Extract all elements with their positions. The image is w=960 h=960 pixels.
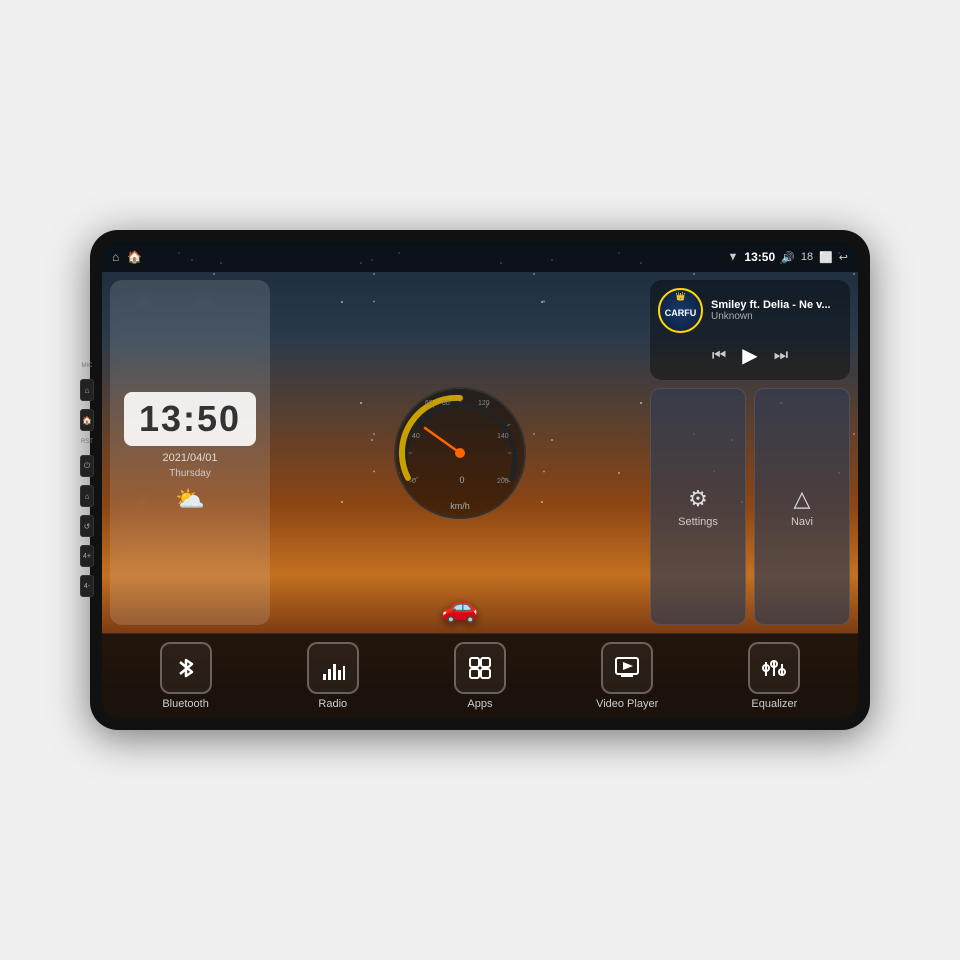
equalizer-icon [760,654,788,682]
mic-label: MIC [80,363,94,369]
rst-label: RST [80,439,94,445]
main-content: 13:50 2021/04/01 Thursday ⛅ [102,272,858,718]
widgets-area: 13:50 2021/04/01 Thursday ⛅ [102,272,858,633]
radio-icon-wrap [307,642,359,694]
music-widget: 👑 CARFU Smiley ft. Delia - Ne v... Unkno… [650,280,850,380]
clock-date: 2021/04/01 [124,452,256,464]
home2-side-button[interactable]: 🏠 [80,409,94,431]
radio-app-item[interactable]: Radio [293,642,373,710]
navi-label: Navi [791,516,813,528]
home-side-button[interactable]: ⌂ [80,379,94,401]
clock-day: Thursday [124,468,256,479]
vol-down-button[interactable]: 4- [80,575,94,597]
clock-display: 13:50 [124,392,256,446]
weather-icon: ⛅ [124,485,256,514]
volume-level: 18 [801,251,813,263]
radio-label: Radio [318,698,347,710]
prev-button[interactable]: ⏮ [712,347,726,365]
vol-up-icon: 4+ [83,553,91,560]
vol-up-button[interactable]: 4+ [80,545,94,567]
main-screen: ⌂ 🏠 ▼ 13:50 🔊 18 ⬜ ↩ [102,242,858,718]
battery-icon: ⬜ [819,251,833,264]
home3-side-button[interactable]: ⌂ [80,485,94,507]
bluetooth-icon-wrap [160,642,212,694]
bluetooth-icon [172,654,200,682]
music-title: Smiley ft. Delia - Ne v... [711,299,842,311]
speedometer: 0 80 120 140 200 40 60 0 km/h [390,383,530,523]
equalizer-app-item[interactable]: Equalizer [734,642,814,710]
music-artist: Unknown [711,311,842,322]
home-status-icon[interactable]: ⌂ [112,250,119,264]
settings-button[interactable]: ⚙ Settings [650,388,746,625]
crown-icon: 👑 [676,292,686,301]
music-controls: ⏮ ▶ ⏭ [658,339,842,372]
home3-icon: ⌂ [85,492,90,501]
apps-app-item[interactable]: Apps [440,642,520,710]
speed-unit: km/h [450,501,470,511]
music-logo: 👑 CARFU [658,288,703,333]
play-button[interactable]: ▶ [742,343,757,368]
volume-icon: 🔊 [781,251,795,264]
car-icon: 🚗 [441,590,478,625]
status-time: 13:50 [744,250,775,264]
status-left: ⌂ 🏠 [112,250,142,264]
app-bar: Bluetooth Radio [102,633,858,718]
vol-down-icon: 4- [84,583,90,590]
clock-time: 13:50 [136,398,244,440]
car-head-unit: MIC ⌂ 🏠 RST ⏻ ⌂ ↺ 4+ 4- ⌂ 🏠 ▼ 13:50 🔊 18 [90,230,870,730]
next-button[interactable]: ⏭ [774,347,788,365]
svg-text:200: 200 [497,478,509,485]
music-logo-text: CARFU [665,308,697,318]
bluetooth-app-item[interactable]: Bluetooth [146,642,226,710]
screen: ⌂ 🏠 ▼ 13:50 🔊 18 ⬜ ↩ [102,242,858,718]
wifi-icon: ▼ [728,251,739,263]
svg-text:120: 120 [478,400,490,407]
svg-text:40: 40 [412,433,420,440]
settings-label: Settings [678,516,718,528]
road-visual: 🚗 [278,565,642,625]
speed-widget: 0 80 120 140 200 40 60 0 km/h [278,280,642,625]
back-icon[interactable]: ↩ [839,251,848,264]
right-panel: 👑 CARFU Smiley ft. Delia - Ne v... Unkno… [650,280,850,625]
clock-widget: 13:50 2021/04/01 Thursday ⛅ [110,280,270,625]
status-right: ▼ 13:50 🔊 18 ⬜ ↩ [728,250,848,264]
svg-text:60: 60 [425,400,433,407]
music-info: Smiley ft. Delia - Ne v... Unknown [711,299,842,322]
svg-text:0: 0 [412,478,416,485]
music-top: 👑 CARFU Smiley ft. Delia - Ne v... Unkno… [658,288,842,333]
video-player-icon-wrap [601,642,653,694]
quick-buttons-row: ⚙ Settings △ Navi [650,388,850,625]
apps-label: Apps [467,698,492,710]
status-bar: ⌂ 🏠 ▼ 13:50 🔊 18 ⬜ ↩ [102,242,858,272]
side-button-panel: MIC ⌂ 🏠 RST ⏻ ⌂ ↺ 4+ 4- [80,363,94,597]
home2-status-icon[interactable]: 🏠 [127,250,142,264]
video-player-app-item[interactable]: Video Player [587,642,667,710]
home2-side-icon: 🏠 [82,416,92,425]
equalizer-label: Equalizer [751,698,797,710]
svg-text:80: 80 [442,400,450,407]
power-side-button[interactable]: ⏻ [80,455,94,477]
video-player-label: Video Player [596,698,658,710]
home-side-icon: ⌂ [85,386,90,395]
equalizer-icon-wrap [748,642,800,694]
back-side-button[interactable]: ↺ [80,515,94,537]
power-icon: ⏻ [84,461,90,471]
radio-icon [319,654,347,682]
navi-icon: △ [794,486,811,512]
apps-icon [466,654,494,682]
svg-text:0: 0 [459,475,464,485]
settings-icon: ⚙ [688,486,708,512]
bluetooth-label: Bluetooth [162,698,208,710]
svg-text:140: 140 [497,433,509,440]
video-player-icon [613,654,641,682]
back-side-icon: ↺ [84,522,91,531]
apps-icon-wrap [454,642,506,694]
navi-button[interactable]: △ Navi [754,388,850,625]
